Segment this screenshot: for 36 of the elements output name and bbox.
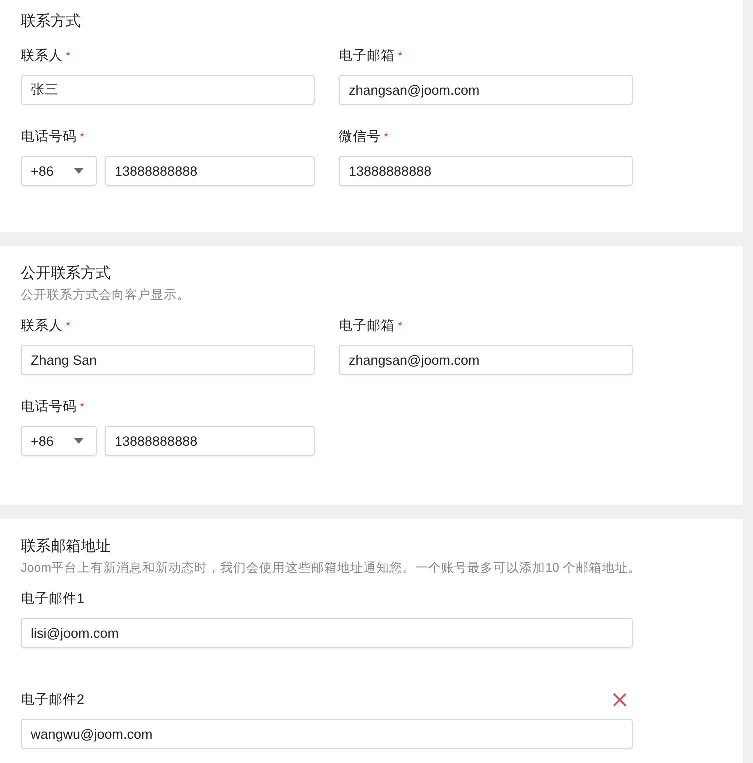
section-description: 公开联系方式会向客户显示。 [21,287,191,304]
field-label: 联系人 [21,47,63,65]
section-title: 公开联系方式 [21,264,112,284]
field-label: 微信号 [339,128,381,146]
required-mark: * [66,49,71,63]
input-field[interactable]: lisi@joom.com [21,618,633,648]
input-field[interactable]: Zhang San [21,345,315,375]
section-title: 联系方式 [21,12,82,32]
country-code-select[interactable]: +86 [21,156,97,186]
required-mark: * [398,49,403,63]
close-button[interactable] [611,691,629,709]
required-mark: * [80,400,85,414]
input-field[interactable]: zhangsan@joom.com [339,75,633,105]
field-label: 电子邮件1 [21,590,85,608]
field-label: 电话号码 [21,398,77,416]
field-label: 电话号码 [21,128,77,146]
section-title: 联系邮箱地址 [21,537,112,557]
country-code-select[interactable]: +86 [21,426,97,456]
section-description: Joom平台上有新消息和新动态时，我们会使用这些邮箱地址通知您。一个账号最多可以添加10 个邮箱地址。 [21,560,642,577]
required-mark: * [80,130,85,144]
required-mark: * [66,319,71,333]
field-label: 联系人 [21,317,63,335]
required-mark: * [398,319,403,333]
phone-input[interactable]: 13888888888 [105,156,315,186]
field-label: 电子邮箱 [339,47,395,65]
caret-icon [74,168,84,174]
input-field[interactable]: zhangsan@joom.com [339,345,633,375]
field-label: 电子邮件2 [21,691,85,709]
field-label: 电子邮箱 [339,317,395,335]
required-mark: * [384,130,389,144]
input-field[interactable]: 张三 [21,75,315,105]
caret-icon [74,438,84,444]
input-field[interactable]: 13888888888 [339,156,633,186]
input-field[interactable]: wangwu@joom.com [21,719,633,749]
close-icon [613,693,627,707]
phone-input[interactable]: 13888888888 [105,426,315,456]
